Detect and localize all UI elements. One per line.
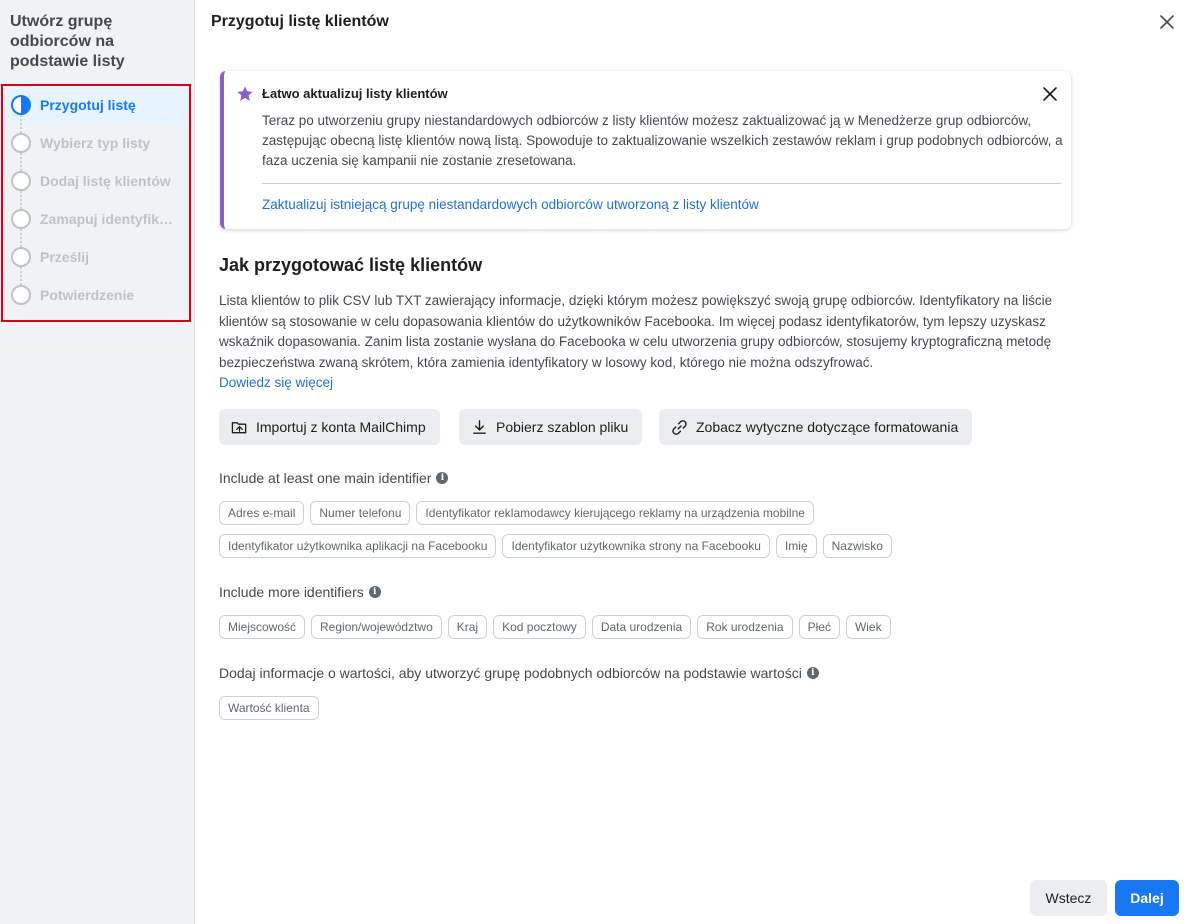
more-identifiers-row: Miejscowość Region/województwo Kraj Kod … (219, 615, 891, 639)
step-label: Prześlij (40, 249, 90, 265)
identifier-chip: Identyfikator reklamodawcy kierującego r… (416, 501, 814, 525)
formatting-guidelines-label: Zobacz wytyczne dotyczące formatowania (696, 419, 959, 435)
step-circle-icon (11, 133, 31, 153)
step-circle-icon (11, 171, 31, 191)
next-button[interactable]: Dalej (1115, 880, 1179, 916)
info-card-body: Teraz po utworzeniu grupy niestandardowy… (262, 113, 1063, 168)
download-icon (473, 419, 486, 434)
identifier-chip: Numer telefonu (310, 501, 411, 525)
identifier-chip: Data urodzenia (591, 615, 692, 639)
steps-list: Przygotuj listę Wybierz typ listy Dodaj … (6, 86, 188, 314)
section-description: Lista klientów to plik CSV lub TXT zawie… (219, 291, 1071, 394)
step-circle-icon (11, 247, 31, 267)
info-icon[interactable]: i (806, 667, 819, 679)
identifier-chip: Wartość klienta (219, 696, 319, 720)
step-add-customer-list: Dodaj listę klientów (6, 162, 188, 209)
identifier-chip: Region/województwo (311, 615, 442, 639)
identifier-chip: Wiek (845, 615, 891, 639)
download-template-label: Pobierz szablon pliku (496, 419, 629, 435)
step-map-identifiers: Zamapuj identyfikatory (6, 200, 188, 247)
update-audience-link[interactable]: Zaktualizuj istniejącą grupę niestandard… (262, 197, 759, 212)
import-mailchimp-button[interactable]: Importuj z konta MailChimp (219, 409, 440, 445)
import-mailchimp-label: Importuj z konta MailChimp (256, 419, 426, 435)
main-identifiers-row-1: Adres e-mail Numer telefonu Identyfikato… (219, 501, 814, 525)
section-title: Jak przygotować listę klientów (219, 255, 483, 275)
identifier-chip: Kod pocztowy (493, 615, 586, 639)
step-label: Zamapuj identyfikatory (40, 211, 180, 227)
identifier-chip: Miejscowość (219, 615, 306, 639)
more-identifiers-text: Include more identifiers (219, 584, 364, 600)
step-confirmation: Potwierdzenie (6, 276, 188, 314)
identifier-chip: Nazwisko (822, 534, 892, 558)
step-connector (20, 229, 22, 247)
identifier-chip: Rok urodzenia (697, 615, 793, 639)
download-template-button[interactable]: Pobierz szablon pliku (459, 409, 643, 445)
close-icon[interactable] (1157, 12, 1177, 32)
more-identifiers-label: Include more identifiers i (219, 584, 381, 600)
section-body-text: Lista klientów to plik CSV lub TXT zawie… (219, 293, 1053, 370)
step-connector (20, 153, 22, 171)
main-identifiers-row-2: Identyfikator użytkownika aplikacji na F… (219, 534, 892, 558)
value-info-row: Wartość klienta (219, 696, 319, 720)
step-circle-icon (11, 285, 31, 305)
step-connector (20, 267, 22, 285)
info-icon[interactable]: i (436, 472, 449, 484)
formatting-guidelines-button[interactable]: Zobacz wytyczne dotyczące formatowania (659, 409, 973, 445)
identifier-chip: Identyfikator użytkownika aplikacji na F… (219, 534, 497, 558)
step-label: Potwierdzenie (40, 287, 135, 303)
sidebar: Utwórz grupę odbiorców na podstawie list… (0, 0, 195, 924)
back-button[interactable]: Wstecz (1030, 880, 1107, 916)
main-identifiers-text: Include at least one main identifier (219, 470, 432, 486)
step-circle-icon (11, 209, 31, 229)
value-info-text: Dodaj informacje o wartości, aby utworzy… (219, 665, 802, 681)
identifier-chip: Identyfikator użytkownika strony na Face… (502, 534, 770, 558)
identifier-chip: Imię (775, 534, 817, 558)
step-connector (20, 191, 22, 209)
star-icon (237, 86, 253, 101)
page-title: Przygotuj listę klientów (211, 13, 389, 30)
step-prepare-list[interactable]: Przygotuj listę (6, 86, 188, 133)
value-info-label: Dodaj informacje o wartości, aby utworzy… (219, 665, 819, 681)
step-label: Przygotuj listę (40, 97, 136, 113)
main-identifiers-label: Include at least one main identifier i (219, 470, 449, 486)
close-icon[interactable] (1042, 86, 1058, 102)
sidebar-title: Utwórz grupę odbiorców na podstawie list… (10, 13, 125, 70)
info-card-title: Łatwo aktualizuj listy klientów (262, 86, 448, 101)
folder-icon (231, 421, 247, 433)
identifier-chip: Płeć (798, 615, 840, 639)
step-label: Wybierz typ listy (40, 135, 151, 151)
identifier-chip: Kraj (447, 615, 488, 639)
step-progress-icon (11, 95, 31, 115)
step-upload: Prześlij (6, 238, 188, 285)
step-choose-list-type: Wybierz typ listy (6, 124, 188, 171)
learn-more-link[interactable]: Dowiedz się więcej (219, 375, 333, 390)
link-icon (672, 419, 687, 435)
step-connector (20, 115, 22, 133)
identifier-chip: Adres e-mail (219, 501, 305, 525)
info-icon[interactable]: i (368, 586, 381, 598)
step-label: Dodaj listę klientów (40, 173, 171, 189)
info-card: Łatwo aktualizuj listy klientów Teraz po… (220, 71, 1071, 229)
divider (262, 183, 1061, 184)
